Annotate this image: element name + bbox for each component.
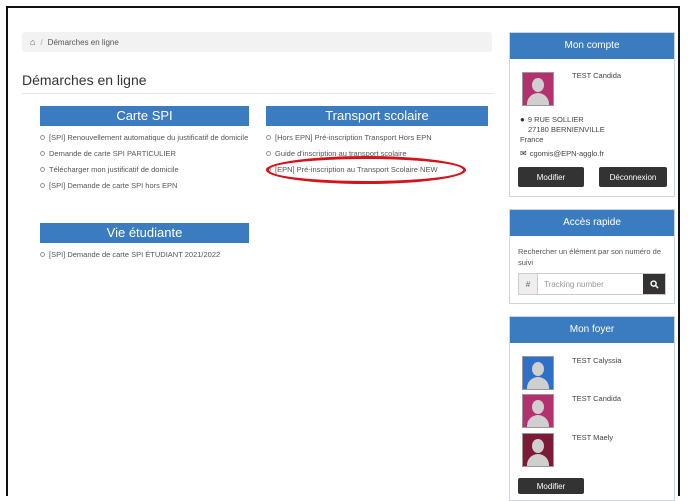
address-line: France <box>520 135 544 144</box>
map-marker-icon: ● <box>520 115 525 124</box>
list-item[interactable]: [EPN] Pré-inscription au Transport Scola… <box>266 164 488 175</box>
procedure-link[interactable]: [SPI] Demande de carte SPI hors EPN <box>49 181 177 190</box>
tracking-search: # <box>518 273 666 295</box>
email-address: cgomis@EPN-agglo.fr <box>529 149 605 158</box>
list-item[interactable]: [SPI] Demande de carte SPI hors EPN <box>40 180 249 191</box>
avatar <box>522 394 554 428</box>
quick-access-title: Accès rapide <box>510 210 674 236</box>
procedure-link[interactable]: [SPI] Demande de carte SPI ÉTUDIANT 2021… <box>49 250 220 259</box>
page-title: Démarches en ligne <box>22 72 147 88</box>
account-panel-title: Mon compte <box>510 33 674 59</box>
household-member-name: TEST Calyssia <box>572 356 622 365</box>
address-line: 27180 BERNIENVILLE <box>528 125 605 134</box>
breadcrumb: ⌂ / Démarches en ligne <box>22 32 492 52</box>
avatar <box>522 72 554 106</box>
tracking-number-input[interactable] <box>538 274 643 294</box>
envelope-icon: ✉ <box>520 149 527 158</box>
search-button[interactable] <box>643 274 665 294</box>
list-item[interactable]: [Hors EPN] Pré-inscription Transport Hor… <box>266 132 488 143</box>
title-divider <box>22 93 494 94</box>
breadcrumb-separator: / <box>40 37 43 47</box>
procedure-link[interactable]: Télécharger mon justificatif de domicile <box>49 165 179 174</box>
procedure-link[interactable]: [SPI] Renouvellement automatique du just… <box>49 133 248 142</box>
household-member-name: TEST Candida <box>572 394 622 403</box>
list-item[interactable]: [SPI] Demande de carte SPI ÉTUDIANT 2021… <box>40 249 249 260</box>
breadcrumb-current: Démarches en ligne <box>47 37 119 47</box>
search-icon <box>649 279 659 289</box>
category-transport-scolaire: Transport scolaire [Hors EPN] Pré-inscri… <box>266 106 488 180</box>
procedure-link[interactable]: Guide d'inscription au transport scolair… <box>275 149 407 158</box>
category-vie-etudiante: Vie étudiante [SPI] Demande de carte SPI… <box>40 223 249 265</box>
address-block: ● 9 RUE SOLLIER 27180 BERNIENVILLE France <box>520 115 605 145</box>
hash-prefix: # <box>519 274 538 294</box>
logout-button[interactable]: Déconnexion <box>599 167 667 187</box>
category-title: Vie étudiante <box>40 223 249 243</box>
category-title: Carte SPI <box>40 106 249 126</box>
procedure-link-highlighted[interactable]: [EPN] Pré-inscription au Transport Scola… <box>275 165 438 174</box>
household-title: Mon foyer <box>510 317 674 343</box>
home-icon[interactable]: ⌂ <box>30 37 35 47</box>
category-carte-spi: Carte SPI [SPI] Renouvellement automatiq… <box>40 106 249 196</box>
account-name: TEST Candida <box>572 71 622 80</box>
address-line: 9 RUE SOLLIER <box>527 115 584 124</box>
avatar <box>522 433 554 467</box>
list-item[interactable]: [SPI] Renouvellement automatique du just… <box>40 132 249 143</box>
list-item[interactable]: Télécharger mon justificatif de domicile <box>40 164 249 175</box>
modify-household-button[interactable]: Modifier <box>518 478 584 494</box>
list-item[interactable]: Guide d'inscription au transport scolair… <box>266 148 488 159</box>
search-help-text: Rechercher un élément par son numéro de … <box>518 247 661 267</box>
list-item[interactable]: Demande de carte SPI PARTICULIER <box>40 148 249 159</box>
procedure-link[interactable]: Demande de carte SPI PARTICULIER <box>49 149 176 158</box>
email-row: ✉ cgomis@EPN-agglo.fr <box>520 149 604 158</box>
procedure-link[interactable]: [Hors EPN] Pré-inscription Transport Hor… <box>275 133 432 142</box>
household-member-name: TEST Maely <box>572 433 614 442</box>
avatar <box>522 356 554 390</box>
modify-account-button[interactable]: Modifier <box>518 167 584 187</box>
category-title: Transport scolaire <box>266 106 488 126</box>
